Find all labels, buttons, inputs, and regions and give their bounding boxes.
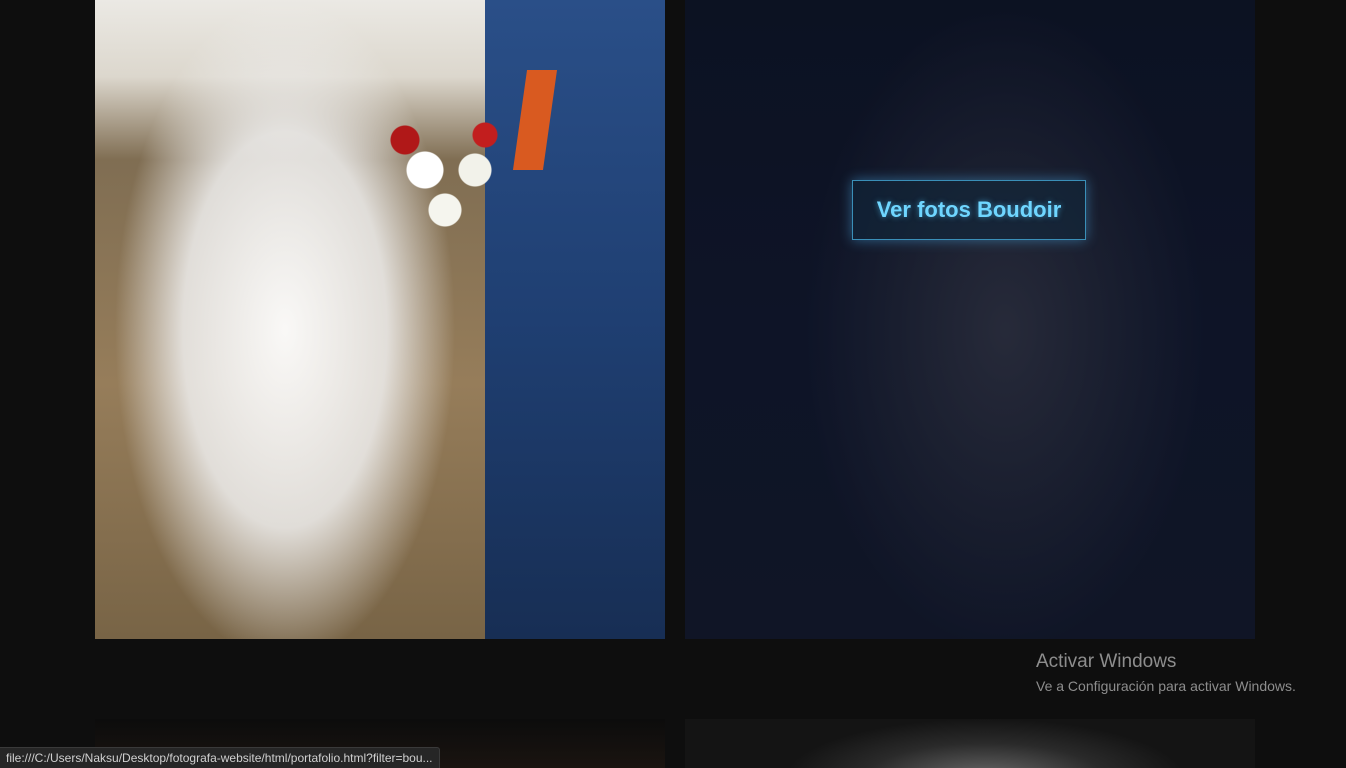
page: Ver fotos Boudoir Activar Windows Ve a C… xyxy=(0,0,1346,768)
wedding-photo-card[interactable] xyxy=(95,0,665,639)
boudoir-photo-card[interactable] xyxy=(685,0,1255,639)
watermark-title: Activar Windows xyxy=(1036,651,1177,672)
gallery-card-bottom-right[interactable] xyxy=(685,719,1255,768)
windows-activation-watermark: Activar Windows Ve a Configuración para … xyxy=(1036,651,1296,697)
watermark-subtitle: Ve a Configuración para activar Windows. xyxy=(1036,678,1296,694)
photo-hover-overlay xyxy=(685,0,1255,639)
link-status-bar: file:///C:/Users/Naksu/Desktop/fotografa… xyxy=(0,747,440,768)
view-boudoir-photos-button[interactable]: Ver fotos Boudoir xyxy=(852,180,1086,240)
veil-shape xyxy=(115,0,475,639)
bouquet-shape xyxy=(365,110,525,230)
suit-shape xyxy=(485,0,665,639)
